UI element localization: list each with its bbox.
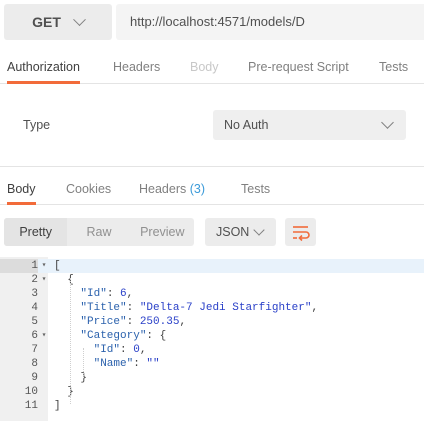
format-select[interactable]: JSON (205, 218, 276, 246)
indent-guide (83, 348, 84, 376)
fold-toggle-icon[interactable]: ▾ (40, 329, 48, 343)
response-body-editor[interactable]: 1 ▾[2 ▾ {3 "Id": 6, 4 "Title": "Delta-7 Jed… (0, 257, 424, 421)
line-number: 3 (31, 288, 38, 300)
section-divider (0, 166, 424, 167)
line-number: 8 (31, 358, 38, 370)
line-number: 6 (31, 330, 38, 342)
tab-authorization[interactable]: Authorization (7, 51, 80, 84)
code-text: [ (54, 260, 61, 272)
fold-toggle-icon[interactable]: ▾ (40, 273, 48, 287)
code-line: 9 } (0, 371, 424, 385)
code-text: "Id": 0, (93, 344, 147, 356)
code-line: 1 ▾ [ (0, 259, 424, 273)
headers-count-badge: (3) (189, 182, 206, 196)
format-value: JSON (216, 225, 250, 239)
auth-type-label: Type (23, 118, 51, 132)
url-input[interactable]: http://localhost:4571/models/D (116, 4, 424, 40)
method-label: GET (32, 14, 61, 30)
code-line: 3 "Id": 6, (0, 287, 424, 301)
preview-button[interactable]: Preview (131, 218, 194, 246)
view-mode-group: Pretty Raw Preview (4, 218, 194, 246)
wrap-line-button[interactable] (285, 218, 316, 246)
response-headers-label: Headers (139, 182, 187, 196)
code-line: 10 } (0, 385, 424, 399)
tab-test-results[interactable]: Tests (241, 174, 270, 204)
method-select[interactable]: GET (4, 4, 112, 40)
code-line: 7 "Id": 0, (0, 343, 424, 357)
raw-button[interactable]: Raw (67, 218, 130, 246)
tab-body[interactable]: Body (190, 51, 219, 83)
tab-pre-request-script[interactable]: Pre-request Script (248, 51, 349, 83)
auth-type-value: No Auth (224, 118, 269, 132)
code-text: "Id": 6, (80, 288, 134, 300)
indent-guide (70, 278, 71, 404)
line-number: 2 (31, 274, 38, 286)
code-line: 5 "Price": 250.35, (0, 315, 424, 329)
code-line: 2 ▾ { (0, 273, 424, 287)
response-tabs: Body Cookies Headers (3) Tests (0, 174, 424, 205)
code-line: 8 "Name": "" (0, 357, 424, 371)
code-text: "Price": 250.35, (80, 316, 187, 328)
line-number: 5 (31, 316, 38, 328)
code-line: 4 "Title": "Delta-7 Jedi Starfighter", (0, 301, 424, 315)
auth-type-select[interactable]: No Auth (213, 110, 406, 140)
tab-response-body[interactable]: Body (7, 174, 36, 205)
line-number: 7 (31, 344, 38, 356)
chevron-down-icon (73, 12, 86, 26)
chevron-down-icon (253, 224, 265, 236)
tab-response-headers[interactable]: Headers (3) (139, 174, 205, 204)
tab-tests[interactable]: Tests (379, 51, 408, 83)
line-number: 11 (24, 400, 38, 412)
line-number: 1 (0, 259, 38, 273)
code-line: 11] (0, 399, 424, 413)
code-text: "Title": "Delta-7 Jedi Starfighter", (80, 302, 319, 314)
line-number: 9 (31, 372, 38, 384)
request-tabs: Authorization Headers Body Pre-request S… (0, 51, 424, 84)
line-number: 4 (31, 302, 38, 314)
fold-toggle-icon[interactable]: ▾ (40, 259, 48, 273)
code-text: ] (54, 400, 61, 412)
line-number: 10 (24, 386, 38, 398)
code-line: 6 ▾ "Category": { (0, 329, 424, 343)
pretty-button[interactable]: Pretty (4, 218, 68, 246)
chevron-down-icon (381, 116, 394, 129)
tab-headers[interactable]: Headers (113, 51, 160, 83)
wrap-lines-icon (293, 226, 310, 242)
tab-cookies[interactable]: Cookies (66, 174, 111, 204)
